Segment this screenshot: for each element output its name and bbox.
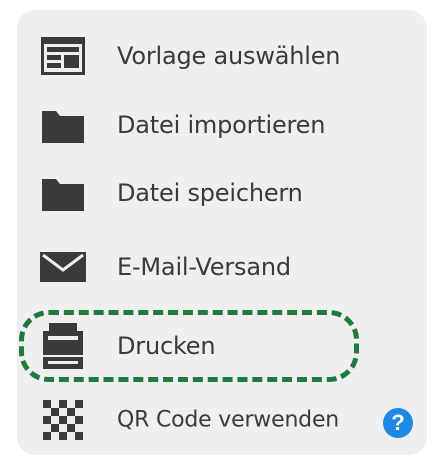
template-icon (39, 34, 87, 78)
printer-icon (39, 323, 87, 369)
menu-item-qr-code[interactable]: QR Code verwenden (17, 388, 357, 452)
menu-item-import-file[interactable]: Datei importieren (17, 93, 427, 157)
menu-panel: Vorlage auswählen Datei importieren Date… (17, 10, 427, 455)
menu-item-label: Datei speichern (117, 179, 303, 207)
menu-item-print[interactable]: Drucken (17, 314, 427, 378)
menu-item-label: QR Code verwenden (117, 407, 340, 433)
envelope-icon (39, 245, 87, 289)
menu-item-label: Drucken (117, 332, 216, 360)
menu-item-email[interactable]: E-Mail-Versand (17, 235, 427, 299)
menu-item-save-file[interactable]: Datei speichern (17, 161, 427, 225)
help-button[interactable]: ? (383, 408, 413, 438)
folder-icon (39, 103, 87, 147)
menu-item-label: E-Mail-Versand (117, 253, 291, 281)
menu-item-label: Datei importieren (117, 111, 326, 139)
menu-item-template[interactable]: Vorlage auswählen (17, 24, 427, 88)
folder-icon (39, 171, 87, 215)
menu-item-label: Vorlage auswählen (117, 42, 341, 70)
qr-code-icon (39, 398, 87, 442)
